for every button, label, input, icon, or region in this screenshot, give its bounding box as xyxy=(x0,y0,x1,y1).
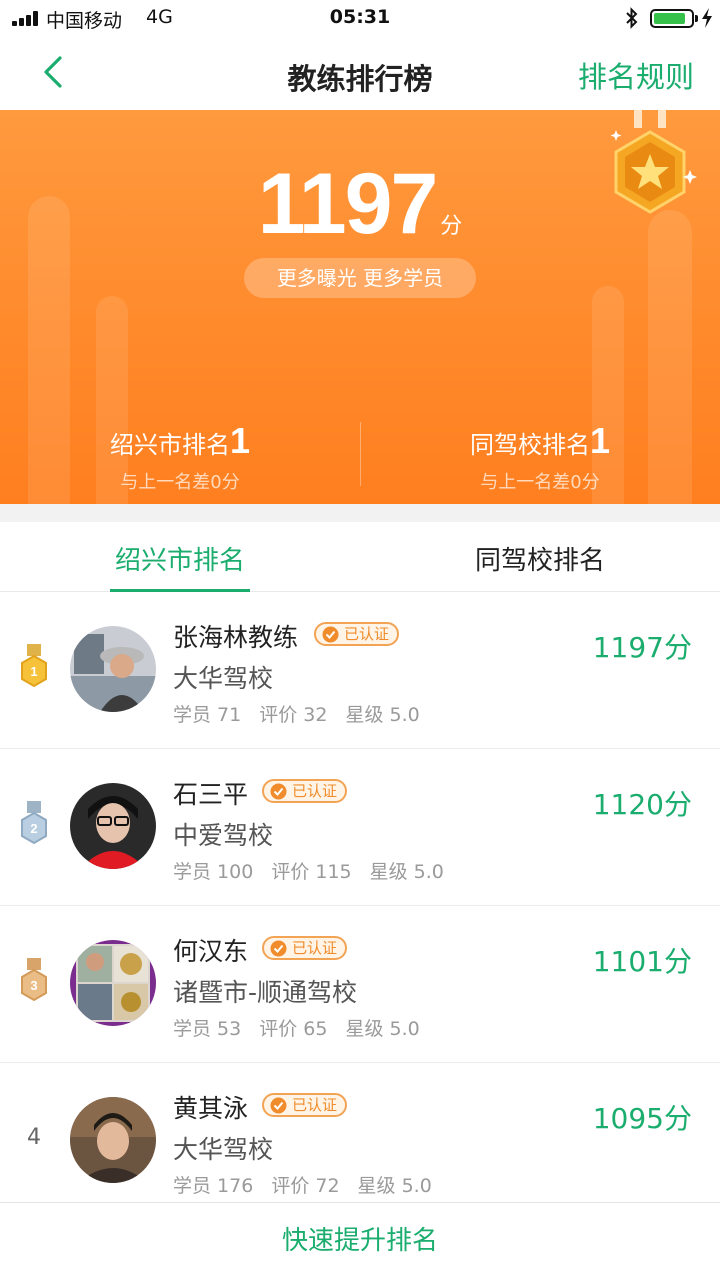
review-count: 评价 115 xyxy=(271,861,352,883)
star-rating: 星级 5.0 xyxy=(357,1175,432,1197)
verified-check-icon xyxy=(270,783,287,800)
verified-label: 已认证 xyxy=(292,1096,338,1114)
verified-label: 已认证 xyxy=(292,782,338,800)
boost-ranking-button[interactable]: 快速提升排名 xyxy=(0,1202,720,1280)
coach-row[interactable]: 2 石三平 已认证 中爱驾校 学员 100 评价 115 星级 5.0 1120分 xyxy=(0,749,720,906)
review-count: 评价 32 xyxy=(259,704,328,726)
coach-stats: 学员 176 评价 72 星级 5.0 xyxy=(173,1171,450,1198)
rank-medal-number: 3 xyxy=(30,978,37,993)
avatar[interactable] xyxy=(70,783,156,869)
verified-check-icon xyxy=(322,626,339,643)
student-count: 学员 176 xyxy=(173,1175,254,1197)
student-count: 学员 71 xyxy=(173,704,242,726)
coach-stats: 学员 53 评价 65 星级 5.0 xyxy=(173,1014,438,1041)
coach-school: 诸暨市-顺通驾校 xyxy=(173,978,358,1007)
score-unit: 分 xyxy=(440,214,463,239)
star-rating: 星级 5.0 xyxy=(345,704,420,726)
coach-points: 1095分 xyxy=(592,1102,692,1135)
city-rank-diff: 与上一名差0分 xyxy=(120,472,240,493)
verified-badge: 已认证 xyxy=(314,622,400,646)
coach-name: 黄其泳 xyxy=(173,1094,249,1123)
school-rank-stat: 同驾校排名1 与上一名差0分 xyxy=(360,420,720,494)
battery-icon xyxy=(650,9,698,28)
coach-name: 张海林教练 xyxy=(173,623,299,652)
coach-points: 1120分 xyxy=(592,788,692,821)
student-count: 学员 53 xyxy=(173,1018,242,1040)
total-score: 1197 分 xyxy=(0,155,720,254)
charging-icon xyxy=(702,8,712,28)
city-rank-label: 绍兴市排名 xyxy=(109,431,230,459)
ranking-rules-link[interactable]: 排名规则 xyxy=(578,54,694,96)
review-count: 评价 65 xyxy=(259,1018,328,1040)
verified-check-icon xyxy=(270,940,287,957)
rank-medal-icon: 1 xyxy=(21,644,47,688)
tab-city-ranking[interactable]: 绍兴市排名 xyxy=(0,540,360,577)
verified-badge: 已认证 xyxy=(262,1093,348,1117)
star-rating: 星级 5.0 xyxy=(345,1018,420,1040)
city-rank-value: 1 xyxy=(229,420,251,461)
avatar[interactable] xyxy=(70,626,156,712)
slogan-pill: 更多曝光 更多学员 xyxy=(244,258,476,298)
nav-bar: 教练排行榜 排名规则 xyxy=(0,36,720,110)
rank-medal-icon: 3 xyxy=(21,958,47,1002)
rank-medal-icon: 2 xyxy=(21,801,47,845)
coach-name: 何汉东 xyxy=(173,937,249,966)
avatar[interactable] xyxy=(70,1097,156,1183)
coach-points: 1197分 xyxy=(592,631,692,664)
verified-label: 已认证 xyxy=(292,939,338,957)
student-count: 学员 100 xyxy=(173,861,254,883)
coach-row[interactable]: 4 黄其泳 已认证 大华驾校 学员 176 评价 72 星级 5.0 1095分 xyxy=(0,1063,720,1220)
school-rank-diff: 与上一名差0分 xyxy=(480,472,600,493)
coach-ranking-list: 1 张海林教练 已认证 大华驾校 学员 71 评价 32 星级 5.0 1197分 … xyxy=(0,592,720,1220)
score-value: 1197 xyxy=(257,156,439,252)
coach-stats: 学员 100 评价 115 星级 5.0 xyxy=(173,857,462,884)
coach-points: 1101分 xyxy=(592,945,692,978)
school-rank-value: 1 xyxy=(589,420,611,461)
city-rank-stat: 绍兴市排名1 与上一名差0分 xyxy=(0,420,360,494)
ranking-tabs: 绍兴市排名 同驾校排名 xyxy=(0,522,720,592)
verified-badge: 已认证 xyxy=(262,936,348,960)
section-gap xyxy=(0,504,720,522)
coach-row[interactable]: 1 张海林教练 已认证 大华驾校 学员 71 评价 32 星级 5.0 1197分 xyxy=(0,592,720,749)
coach-school: 中爱驾校 xyxy=(173,821,274,850)
rank-number: 4 xyxy=(27,1125,41,1150)
coach-name: 石三平 xyxy=(173,780,249,809)
rank-medal-number: 1 xyxy=(30,664,37,679)
rank-medal-number: 2 xyxy=(30,821,37,836)
review-count: 评价 72 xyxy=(271,1175,340,1197)
coach-school: 大华驾校 xyxy=(173,664,274,693)
status-bar: 中国移动 4G 05:31 xyxy=(0,0,720,36)
verified-label: 已认证 xyxy=(344,625,390,643)
coach-row[interactable]: 3 何汉东 已认证 诸暨市-顺通驾校 学员 53 评价 65 星级 5.0 1101… xyxy=(0,906,720,1063)
clock: 05:31 xyxy=(329,6,391,28)
verified-check-icon xyxy=(270,1097,287,1114)
school-rank-label: 同驾校排名 xyxy=(469,431,590,459)
score-banner: 1197 分 更多曝光 更多学员 绍兴市排名1 与上一名差0分 同驾校排名1 与上… xyxy=(0,110,720,504)
coach-stats: 学员 71 评价 32 星级 5.0 xyxy=(173,700,438,727)
tab-school-ranking[interactable]: 同驾校排名 xyxy=(360,540,720,577)
avatar[interactable] xyxy=(70,940,156,1026)
bluetooth-icon xyxy=(626,7,638,29)
verified-badge: 已认证 xyxy=(262,779,348,803)
coach-school: 大华驾校 xyxy=(173,1135,274,1164)
star-rating: 星级 5.0 xyxy=(369,861,444,883)
